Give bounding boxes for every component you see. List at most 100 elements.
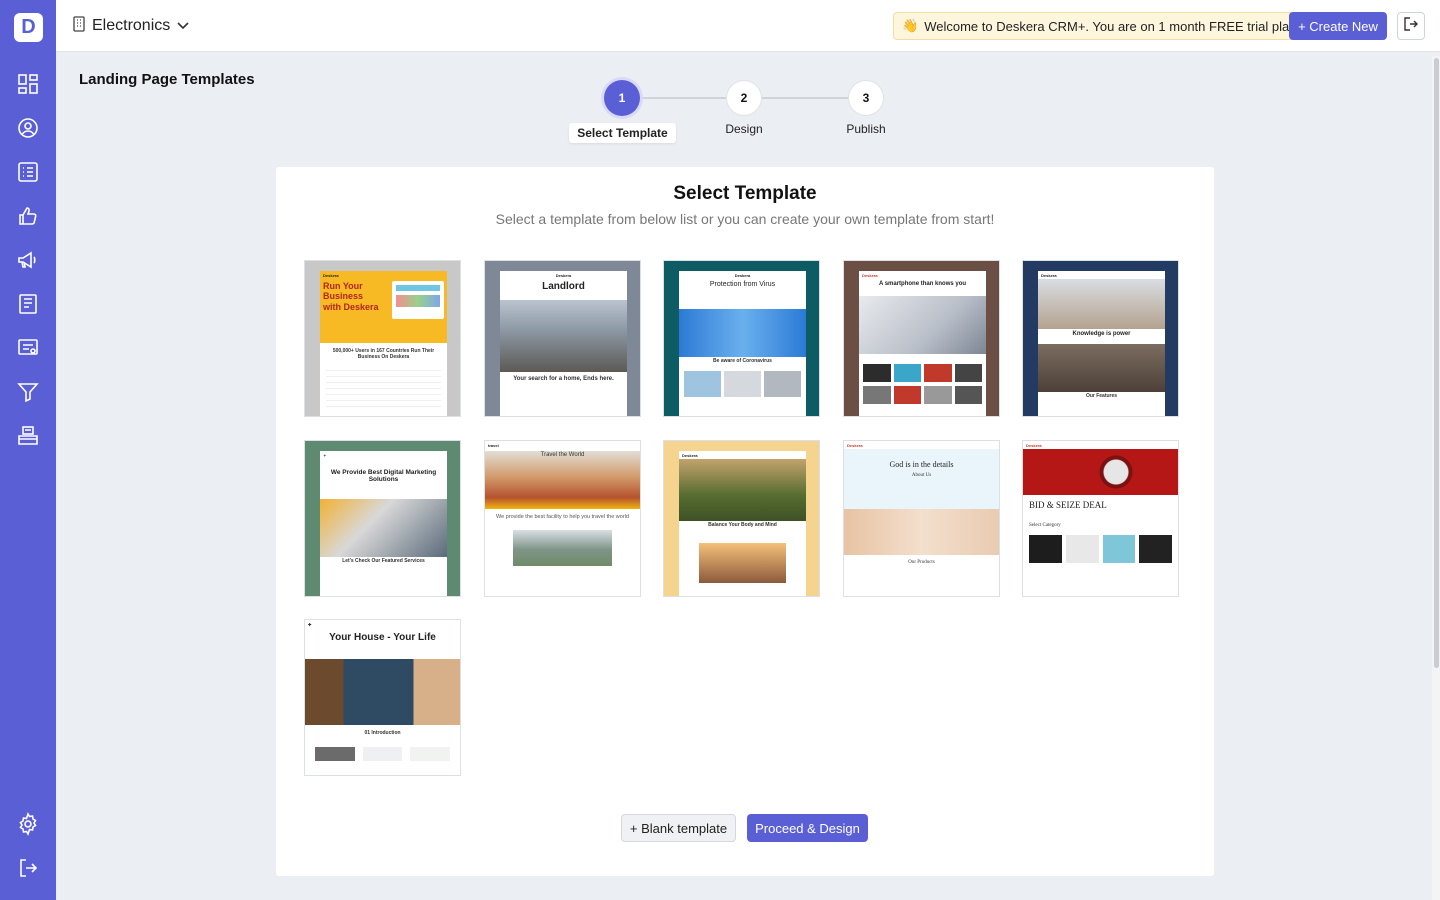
template-heading: We Provide Best Digital Marketing Soluti… <box>330 469 437 484</box>
org-selector[interactable]: Electronics <box>72 15 190 37</box>
form-icon[interactable] <box>16 336 40 360</box>
template-heading: Travel the World <box>540 452 585 458</box>
top-header: Electronics 👋 Welcome to Deskera CRM+. Y… <box>56 0 1440 52</box>
proceed-design-button[interactable]: Proceed & Design <box>747 814 868 842</box>
gear-icon[interactable] <box>16 812 40 836</box>
trial-banner: 👋 Welcome to Deskera CRM+. You are on 1 … <box>893 12 1339 40</box>
page-scrollbar-thumb[interactable] <box>1434 58 1439 668</box>
app-logo[interactable]: D <box>14 13 43 42</box>
template-preview: Deskera BID & SEIZE DEAL Select Category <box>1023 441 1178 596</box>
sidebar: D <box>0 0 56 900</box>
mountain-image <box>513 529 612 566</box>
template-tile-travel[interactable]: travel Travel the World We provide the b… <box>484 440 641 597</box>
template-preview: travel Travel the World We provide the b… <box>485 441 640 596</box>
step-1-circle[interactable]: 1 <box>604 80 640 116</box>
step-1-label[interactable]: Select Template <box>569 123 676 143</box>
template-heading: Protection from Virus <box>709 281 776 288</box>
logout-icon[interactable] <box>16 856 40 880</box>
sunset-image <box>699 543 786 583</box>
template-preview: ✦ We Provide Best Digital Marketing Solu… <box>320 451 447 596</box>
stepper-connector <box>762 97 848 99</box>
road-image: Travel the World <box>485 451 640 509</box>
chevron-down-icon <box>176 17 190 35</box>
create-new-button[interactable]: + Create New <box>1289 12 1387 40</box>
template-caption: Our Features <box>1085 392 1118 399</box>
virus-image <box>679 308 806 357</box>
template-brand: Deskera <box>323 273 339 278</box>
template-preview: Deskera God is in the details About Us O… <box>844 441 999 596</box>
list-icon[interactable] <box>16 160 40 184</box>
step-2-label[interactable]: Design <box>704 122 784 136</box>
template-tile-yoga[interactable]: Deskera Balance Your Body and Mind <box>663 440 820 597</box>
yoga-image <box>679 459 806 521</box>
org-name: Electronics <box>92 17 171 34</box>
template-tile-details[interactable]: Deskera God is in the details About Us O… <box>843 440 1000 597</box>
template-preview: Deskera A smartphone than knows you <box>859 271 986 416</box>
template-tile-knowledge[interactable]: Deskera Knowledge is power Our Features <box>1022 260 1179 417</box>
template-preview: Deskera Run Your Business with Deskera 5… <box>320 271 447 416</box>
card-subtitle: Select a template from below list or you… <box>495 211 995 227</box>
hands-image <box>844 509 999 555</box>
stepper-connector <box>640 97 726 99</box>
template-tile-business[interactable]: Deskera Run Your Business with Deskera 5… <box>304 260 461 417</box>
template-tile-landlord[interactable]: Deskera Landlord Your search for a home,… <box>484 260 641 417</box>
template-brand: Deskera <box>1026 443 1042 448</box>
dashboard-icon[interactable] <box>16 72 40 96</box>
template-preview: ✚ Your House - Your Life 01 Introduction <box>305 620 460 775</box>
city-image <box>500 300 627 372</box>
megaphone-icon[interactable] <box>16 248 40 272</box>
exit-icon <box>1403 16 1419 37</box>
document-icon[interactable] <box>16 292 40 316</box>
template-preview: Deskera Protection from Virus Be aware o… <box>679 271 806 416</box>
template-caption: Balance Your Body and Mind <box>708 522 777 528</box>
thumbs-up-icon[interactable] <box>16 204 40 228</box>
dashboard-mockup <box>392 281 444 319</box>
template-caption: 500,000+ Users in 167 Countries Run Thei… <box>332 348 435 360</box>
template-caption: Let's Check Our Featured Services <box>342 558 425 565</box>
template-brand: Deskera <box>734 273 751 278</box>
step-2-circle[interactable]: 2 <box>726 80 762 116</box>
template-caption-2: Our Products <box>908 560 935 565</box>
building-icon <box>72 15 86 37</box>
template-tile-marketing[interactable]: ✦ We Provide Best Digital Marketing Solu… <box>304 440 461 597</box>
template-caption: Your search for a home, Ends here. <box>513 376 614 382</box>
blank-template-button[interactable]: + Blank template <box>621 814 736 842</box>
template-heading: Knowledge is power <box>1072 331 1131 337</box>
template-tile-smartphone[interactable]: Deskera A smartphone than knows you <box>843 260 1000 417</box>
inbox-icon[interactable] <box>16 424 40 448</box>
template-caption: Be aware of Coronavirus <box>713 357 772 364</box>
living-room-image <box>305 659 460 725</box>
template-heading: Run Your Business with Deskera <box>323 281 379 312</box>
page-title: Landing Page Templates <box>79 71 255 88</box>
template-brand: Deskera <box>682 453 698 458</box>
trial-banner-text: Welcome to Deskera CRM+. You are on 1 mo… <box>924 18 1301 34</box>
step-3-circle[interactable]: 3 <box>848 80 884 116</box>
house-logo-icon: ✚ <box>308 622 312 627</box>
template-brand: Deskera <box>1041 273 1057 278</box>
template-caption: About Us <box>911 472 932 478</box>
contact-icon[interactable] <box>16 116 40 140</box>
template-caption: Select Category <box>1029 522 1061 528</box>
template-heading: Landlord <box>542 281 585 292</box>
template-caption: We provide the best facility to help you… <box>496 514 629 520</box>
template-brand: Deskera <box>555 273 572 278</box>
template-heading: Your House - Your Life <box>329 632 436 643</box>
template-preview: Deskera Balance Your Body and Mind <box>679 451 806 596</box>
template-preview: Deskera Knowledge is power Our Features <box>1038 271 1165 416</box>
template-heading: BID & SEIZE DEAL <box>1029 500 1107 510</box>
watch-image <box>1023 449 1178 495</box>
exit-button[interactable] <box>1397 12 1425 40</box>
laptop-image <box>320 499 447 558</box>
template-tile-auction[interactable]: Deskera BID & SEIZE DEAL Select Category <box>1022 440 1179 597</box>
template-heading: God is in the details <box>889 460 954 469</box>
template-tile-virus[interactable]: Deskera Protection from Virus Be aware o… <box>663 260 820 417</box>
template-brand: Deskera <box>862 273 878 278</box>
classroom-image <box>1038 343 1165 392</box>
student-image <box>1038 279 1165 329</box>
template-caption: 01 Introduction <box>364 730 401 736</box>
step-3-label[interactable]: Publish <box>826 122 906 136</box>
funnel-icon[interactable] <box>16 380 40 404</box>
template-tile-house[interactable]: ✚ Your House - Your Life 01 Introduction <box>304 619 461 776</box>
leaf-icon: ✦ <box>323 453 327 458</box>
card-title: Select Template <box>673 183 817 204</box>
